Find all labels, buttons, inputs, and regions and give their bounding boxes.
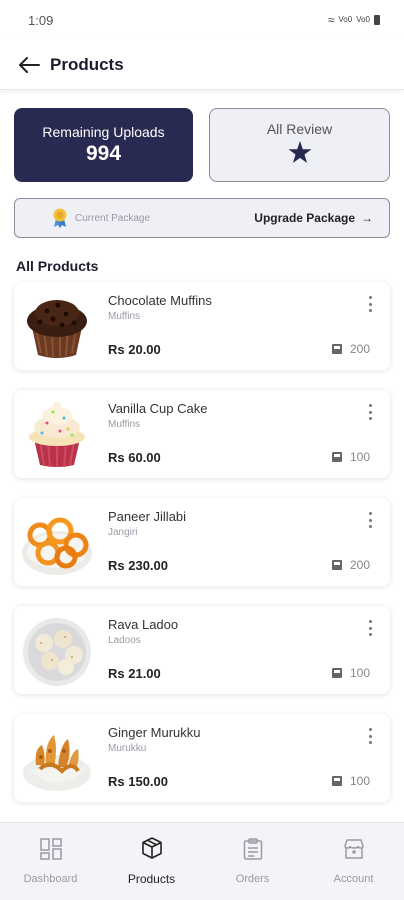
all-review-label: All Review bbox=[266, 121, 333, 137]
product-card[interactable]: Ginger Murukku Murukku Rs 150.00 100 bbox=[14, 714, 390, 802]
nav-dashboard-label: Dashboard bbox=[23, 873, 78, 885]
clipboard-icon bbox=[243, 838, 263, 863]
product-stock-value: 100 bbox=[349, 774, 370, 788]
nav-products[interactable]: Products bbox=[101, 823, 202, 900]
arrow-right-icon: → bbox=[361, 211, 373, 225]
product-list: Chocolate Muffins Muffins Rs 20.00 200 V… bbox=[0, 274, 404, 802]
product-card[interactable]: Vanilla Cup Cake Muffins Rs 60.00 100 bbox=[14, 390, 390, 478]
all-review-card[interactable]: All Review bbox=[209, 108, 390, 182]
more-vert-icon[interactable] bbox=[364, 402, 376, 422]
product-price: Rs 150.00 bbox=[108, 774, 168, 789]
remaining-uploads-card[interactable]: Remaining Uploads 994 bbox=[14, 108, 193, 182]
product-price: Rs 20.00 bbox=[108, 342, 161, 357]
product-price: Rs 230.00 bbox=[108, 558, 168, 573]
current-package-label: Current Package bbox=[75, 212, 151, 224]
product-category: Ladoos bbox=[108, 635, 141, 646]
product-category: Muffins bbox=[108, 419, 141, 430]
product-category: Murukku bbox=[108, 743, 147, 754]
product-stock: 200 bbox=[331, 342, 370, 356]
vanilla-cupcake-image bbox=[20, 397, 94, 471]
more-vert-icon[interactable] bbox=[364, 510, 376, 530]
save-icon bbox=[331, 668, 342, 678]
current-package: Current Package bbox=[51, 208, 150, 228]
product-card[interactable]: Rava Ladoo Ladoos Rs 21.00 100 bbox=[14, 606, 390, 694]
chocolate-muffin-image bbox=[20, 289, 94, 363]
store-icon bbox=[343, 838, 365, 863]
more-vert-icon[interactable] bbox=[364, 618, 376, 638]
bottom-nav: Dashboard Products Orders Account bbox=[0, 822, 404, 900]
product-card[interactable]: Chocolate Muffins Muffins Rs 20.00 200 bbox=[14, 282, 390, 370]
nav-orders[interactable]: Orders bbox=[202, 823, 303, 900]
dashboard-icon bbox=[39, 838, 62, 863]
save-icon bbox=[331, 776, 342, 786]
star-icon bbox=[288, 141, 312, 169]
product-card[interactable]: Paneer Jillabi Jangiri Rs 230.00 200 bbox=[14, 498, 390, 586]
save-icon bbox=[331, 560, 342, 570]
app-bar: Products bbox=[0, 40, 404, 90]
product-stock-value: 200 bbox=[349, 342, 370, 356]
rava-ladoo-image bbox=[20, 613, 94, 687]
back-arrow-icon[interactable] bbox=[16, 52, 42, 78]
nav-products-label: Products bbox=[127, 872, 176, 886]
product-price: Rs 60.00 bbox=[108, 450, 161, 465]
wifi-icon: ≈ bbox=[327, 13, 335, 27]
product-price: Rs 21.00 bbox=[108, 666, 161, 681]
stats-cards: Remaining Uploads 994 All Review bbox=[0, 90, 404, 182]
upgrade-package-label: Upgrade Package bbox=[254, 211, 355, 225]
product-name: Paneer Jillabi bbox=[108, 509, 187, 524]
product-name: Chocolate Muffins bbox=[108, 293, 212, 308]
save-icon bbox=[331, 452, 342, 462]
product-stock: 100 bbox=[331, 450, 370, 464]
package-bar: Current Package Upgrade Package → bbox=[14, 198, 390, 238]
nav-dashboard[interactable]: Dashboard bbox=[0, 823, 101, 900]
ginger-murukku-image bbox=[20, 721, 94, 795]
nav-account-label: Account bbox=[333, 873, 374, 885]
product-name: Vanilla Cup Cake bbox=[108, 401, 208, 416]
product-category: Muffins bbox=[108, 311, 141, 322]
product-stock-value: 100 bbox=[349, 450, 370, 464]
status-bar: 1:09 ≈ Vo0 Vo0 bbox=[0, 0, 404, 40]
status-icons: ≈ Vo0 Vo0 bbox=[328, 13, 380, 27]
signal-2-label: Vo0 bbox=[356, 15, 370, 24]
product-name: Ginger Murukku bbox=[108, 725, 201, 740]
product-stock: 200 bbox=[331, 558, 370, 572]
paneer-jillabi-image bbox=[20, 505, 94, 579]
signal-1-label: Vo0 bbox=[338, 15, 353, 24]
battery-icon bbox=[374, 15, 380, 25]
product-stock-value: 200 bbox=[349, 558, 370, 572]
product-stock: 100 bbox=[331, 666, 370, 680]
page-title: Products bbox=[50, 54, 124, 74]
section-title: All Products bbox=[16, 258, 99, 274]
status-time: 1:09 bbox=[28, 12, 54, 28]
more-vert-icon[interactable] bbox=[364, 726, 376, 746]
box-icon bbox=[141, 837, 163, 862]
upgrade-package-button[interactable]: Upgrade Package → bbox=[254, 211, 373, 225]
more-vert-icon[interactable] bbox=[364, 294, 376, 314]
nav-account[interactable]: Account bbox=[303, 823, 404, 900]
remaining-uploads-label: Remaining Uploads bbox=[42, 124, 165, 140]
save-icon bbox=[331, 344, 342, 354]
product-name: Rava Ladoo bbox=[108, 617, 179, 632]
remaining-uploads-value: 994 bbox=[85, 142, 122, 165]
badge-icon bbox=[53, 208, 67, 228]
product-stock: 100 bbox=[331, 774, 370, 788]
product-category: Jangiri bbox=[108, 527, 138, 538]
nav-orders-label: Orders bbox=[235, 873, 270, 885]
product-stock-value: 100 bbox=[349, 666, 370, 680]
